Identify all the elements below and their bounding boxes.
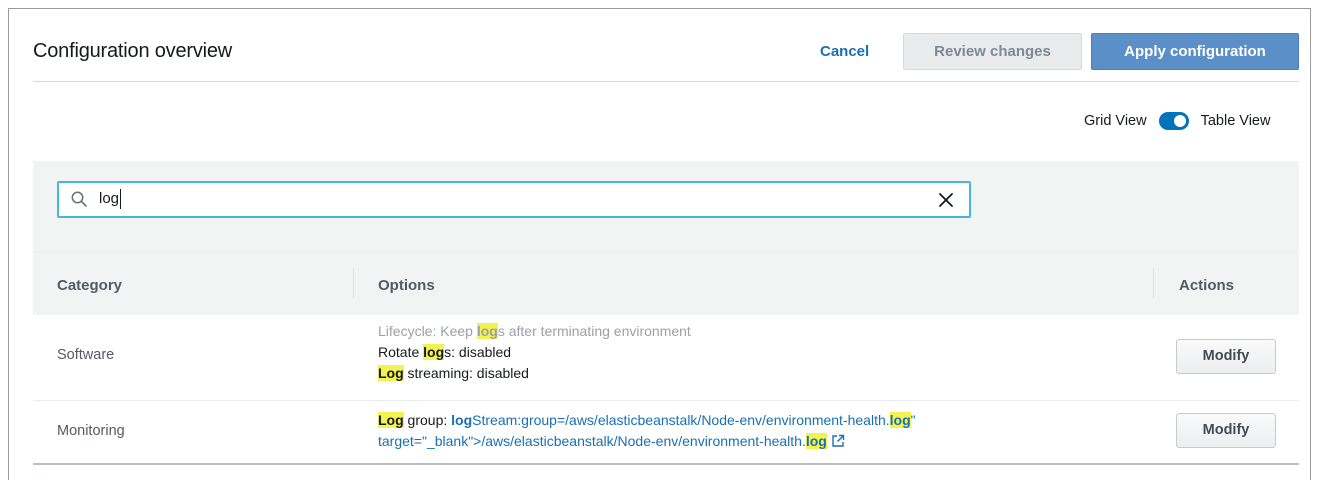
option-line[interactable]: target="_blank">/aws/elasticbeanstalk/No… [378,431,916,452]
column-header-options[interactable]: Options [378,277,435,294]
page-title: Configuration overview [33,40,233,62]
header-divider [33,81,1299,82]
search-icon [71,191,87,207]
table-row: Monitoring Log group: logStream:group=/a… [33,401,1299,465]
close-icon[interactable] [937,191,955,209]
option-line: Rotate logs: disabled [378,344,512,360]
options-cell: Log group: logStream:group=/aws/elasticb… [378,410,916,452]
cancel-button[interactable]: Cancel [820,43,869,60]
view-toggle: Grid View Table View [1084,111,1270,131]
option-line: Log group: logStream:group=/aws/elasticb… [378,412,916,428]
external-link-icon[interactable] [831,434,845,448]
review-changes-button[interactable]: Review changes [903,33,1082,70]
modify-button[interactable]: Modify [1176,413,1276,448]
options-cell: Lifecycle: Keep logs after terminating e… [378,321,691,384]
modify-button[interactable]: Modify [1176,339,1276,374]
category-cell: Software [57,347,115,363]
grid-view-label: Grid View [1084,113,1147,129]
table-header: Category Options Actions [33,251,1299,315]
table-row: Software Lifecycle: Keep logs after term… [33,315,1299,401]
category-cell: Monitoring [57,423,125,439]
option-line: Lifecycle: Keep logs after terminating e… [378,323,691,339]
view-toggle-switch[interactable] [1158,112,1189,130]
option-line: Log streaming: disabled [378,365,529,381]
column-divider [1153,268,1154,298]
log-stream-link[interactable]: log [451,412,472,428]
search-input[interactable]: log [57,181,971,218]
search-input-value: log [99,189,122,209]
apply-configuration-button[interactable]: Apply configuration [1091,33,1299,70]
column-header-category[interactable]: Category [57,277,122,294]
column-header-actions: Actions [1179,277,1235,294]
column-divider [353,268,354,298]
table-view-label: Table View [1200,113,1271,129]
